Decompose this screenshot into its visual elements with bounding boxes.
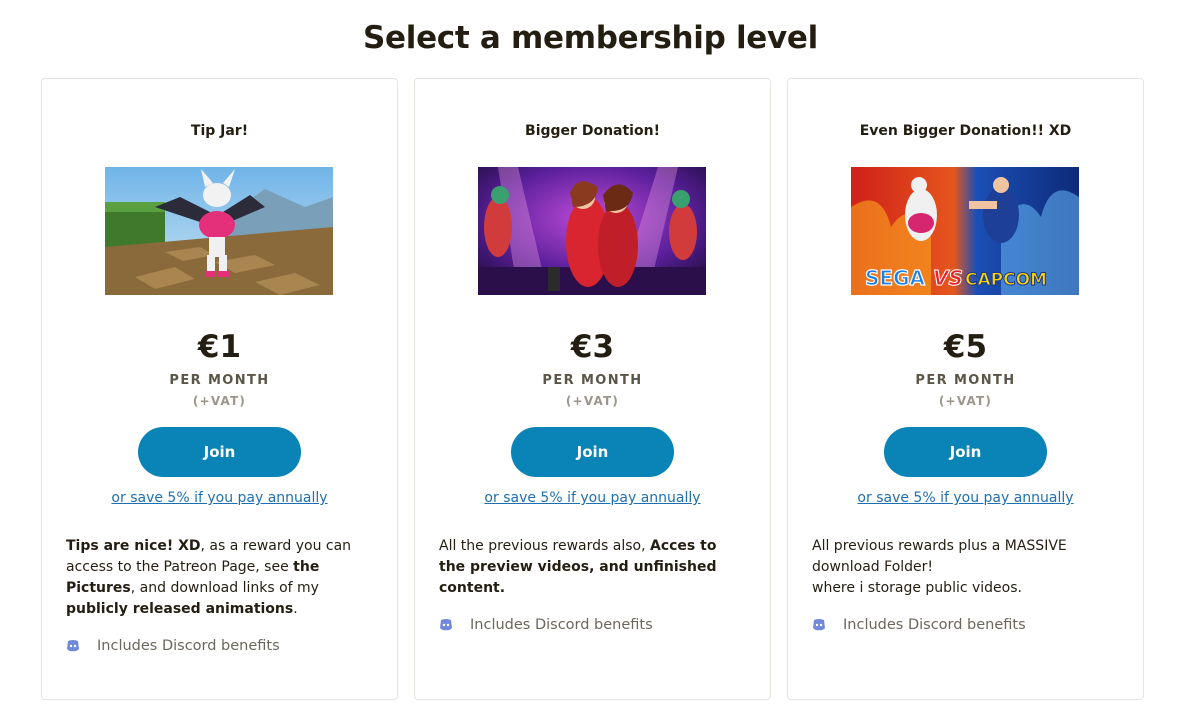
price-period: PER MONTH [915,373,1016,388]
benefit-item: Includes Discord benefits [812,614,1026,636]
annual-save-link[interactable]: or save 5% if you pay annually [415,490,770,506]
benefit-label: Includes Discord benefits [97,638,280,654]
vat-note: (+VAT) [938,394,993,408]
desc-part: publicly released animations [66,601,294,617]
tier-title: Even Bigger Donation!! XD [859,123,1072,139]
annual-save-link[interactable]: or save 5% if you pay annually [788,490,1143,506]
benefit-label: Includes Discord benefits [470,617,653,633]
tier-title: Bigger Donation! [525,123,660,139]
tier-card-bigger-donation: Bigger Donation! €3 PER MONTH (+VAT) Joi… [414,78,771,700]
tier-card-tip-jar: Tip Jar! €1 PER MONTH (+VAT) Join or sav… [41,78,398,700]
annual-save-link[interactable]: or save 5% if you pay annually [42,490,397,506]
tier-image-tip-jar [105,167,333,295]
tier-description: All previous rewards plus a MASSIVE down… [812,536,1112,599]
discord-icon [439,618,453,632]
price: €5 [943,329,988,365]
join-button[interactable]: Join [511,427,674,477]
tier-image-bigger-donation [478,167,706,295]
desc-part: . [293,601,298,617]
desc-part: All previous rewards plus a MASSIVE down… [812,538,1067,575]
discord-icon [66,639,80,653]
benefit-item: Includes Discord benefits [66,635,280,657]
benefit-item: Includes Discord benefits [439,614,653,636]
page-title: Select a membership level [363,20,818,56]
desc-part: where i storage public videos. [812,580,1022,596]
vat-note: (+VAT) [565,394,620,408]
desc-part: All the previous rewards also, [439,538,650,554]
discord-icon [812,618,826,632]
sega-text: SEGA [865,266,925,290]
benefit-label: Includes Discord benefits [843,617,1026,633]
price-period: PER MONTH [542,373,643,388]
join-button[interactable]: Join [138,427,301,477]
price: €1 [197,329,242,365]
tier-description: All the previous rewards also, Acces to … [439,536,739,599]
vs-text: VS [933,266,963,290]
join-button[interactable]: Join [884,427,1047,477]
vat-note: (+VAT) [192,394,247,408]
tier-description: Tips are nice! XD, as a reward you can a… [66,536,366,620]
tier-card-even-bigger-donation: Even Bigger Donation!! XD SEGA VS CAPCOM… [787,78,1144,700]
desc-part: Tips are nice! XD [66,538,201,554]
capcom-text: CAPCOM [965,270,1047,290]
tier-image-sega-vs-capcom: SEGA VS CAPCOM [851,167,1079,295]
tier-title: Tip Jar! [190,123,249,139]
desc-part: , and download links of my [130,580,319,596]
price-period: PER MONTH [169,373,270,388]
price: €3 [570,329,615,365]
